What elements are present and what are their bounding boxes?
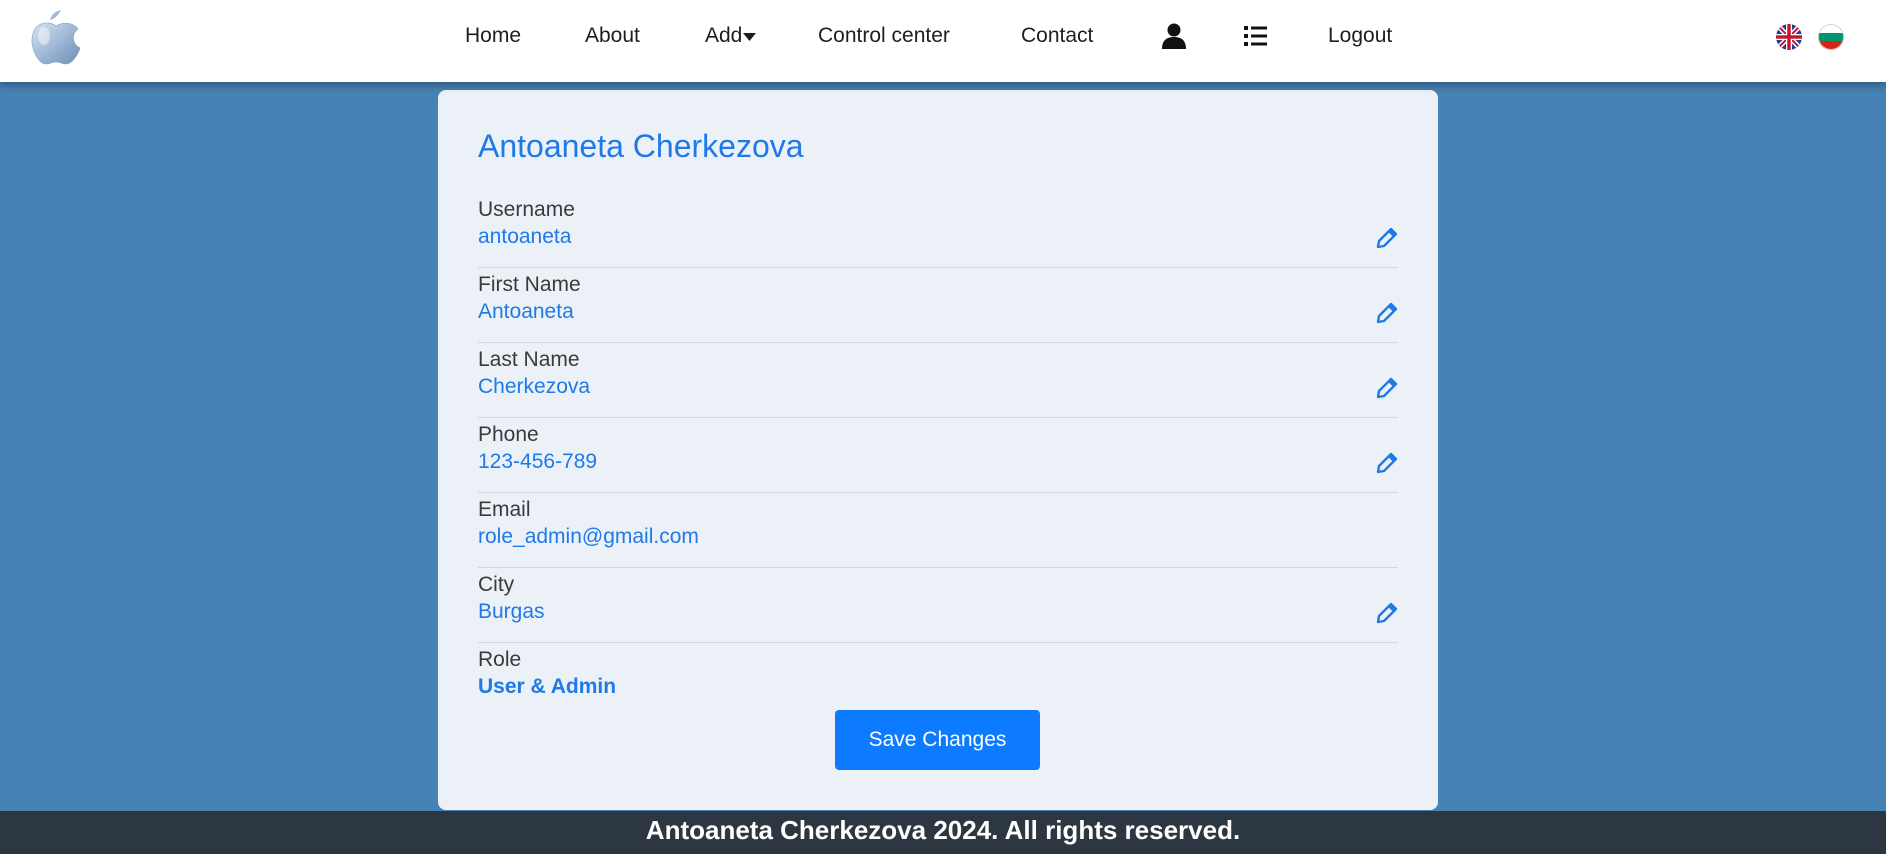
field-value: Antoaneta <box>478 300 574 323</box>
list-icon[interactable] <box>1242 22 1270 50</box>
pencil-icon[interactable] <box>1376 452 1398 474</box>
field-email: Email role_admin@gmail.com <box>478 493 1398 568</box>
pencil-icon[interactable] <box>1376 377 1398 399</box>
apple-logo-icon[interactable] <box>28 6 84 68</box>
footer-copyright: Antoaneta Cherkezova 2024. All rights re… <box>645 815 1241 845</box>
pencil-icon[interactable] <box>1376 302 1398 324</box>
nav-control-center-link[interactable]: Control center <box>818 22 950 50</box>
field-label: Last Name <box>478 348 580 371</box>
nav-logout-link[interactable]: Logout <box>1328 22 1392 50</box>
caret-down-icon <box>743 22 757 50</box>
nav-contact-link[interactable]: Contact <box>1021 22 1093 50</box>
profile-card: Antoaneta Cherkezova Username antoaneta … <box>438 90 1438 810</box>
field-value: Burgas <box>478 600 545 623</box>
field-label: First Name <box>478 273 581 296</box>
nav-add-dropdown[interactable]: Add <box>705 22 757 50</box>
top-navbar: Home About Add Control center Contact Lo… <box>0 0 1886 82</box>
field-phone: Phone 123-456-789 <box>478 418 1398 493</box>
field-label: Username <box>478 198 575 221</box>
footer: Antoaneta Cherkezova 2024. All rights re… <box>0 811 1886 854</box>
nav-about-link[interactable]: About <box>585 22 640 50</box>
user-icon[interactable] <box>1160 22 1188 50</box>
profile-title: Antoaneta Cherkezova <box>478 128 804 164</box>
pencil-icon[interactable] <box>1376 602 1398 624</box>
bulgaria-flag-icon[interactable] <box>1818 24 1844 50</box>
field-last-name: Last Name Cherkezova <box>478 343 1398 418</box>
field-role: Role User & Admin <box>478 643 1398 718</box>
field-label: Email <box>478 498 531 521</box>
field-label: Phone <box>478 423 539 446</box>
field-first-name: First Name Antoaneta <box>478 268 1398 343</box>
field-label: Role <box>478 648 522 671</box>
field-value: role_admin@gmail.com <box>478 525 699 548</box>
field-value: User & Admin <box>478 675 617 698</box>
field-city: City Burgas <box>478 568 1398 643</box>
uk-flag-icon[interactable] <box>1776 24 1802 50</box>
save-changes-button[interactable]: Save Changes <box>835 710 1040 770</box>
field-value: antoaneta <box>478 225 572 248</box>
nav-add-label: Add <box>705 24 743 47</box>
nav-home-link[interactable]: Home <box>465 22 521 50</box>
field-value: 123-456-789 <box>478 450 598 473</box>
pencil-icon[interactable] <box>1376 227 1398 249</box>
field-username: Username antoaneta <box>478 193 1398 268</box>
field-label: City <box>478 573 515 596</box>
field-value: Cherkezova <box>478 375 591 398</box>
